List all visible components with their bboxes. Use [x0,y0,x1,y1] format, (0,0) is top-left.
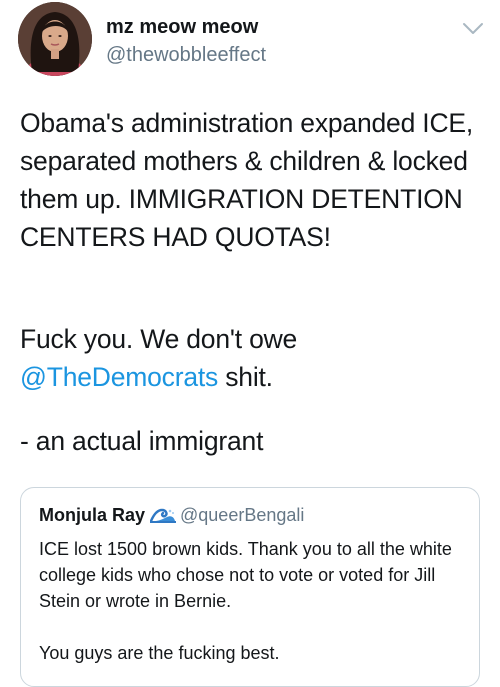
wave-icon [149,504,177,529]
quoted-tweet[interactable]: Monjula Ray @queerBengali ICE lost 1500 … [20,487,480,687]
author-display-name[interactable]: mz meow meow [106,16,258,39]
tweet: mz meow meow @thewobbleeffect Obama's ad… [0,0,500,687]
tweet-paragraph-2-suffix: shit. [218,362,273,392]
quoted-author-handle: @queerBengali [180,505,305,525]
tweet-paragraph-2: Fuck you. We don't owe @TheDemocrats shit… [20,320,480,396]
tweet-paragraph-1: Obama's administration expanded ICE, sep… [20,108,474,252]
chevron-down-icon[interactable] [462,22,484,36]
mention-link[interactable]: @TheDemocrats [20,362,218,392]
quoted-tweet-header: Monjula Ray @queerBengali [39,504,304,529]
tweet-paragraph-3: - an actual immigrant [20,426,264,456]
tweet-paragraph-2-prefix: Fuck you. We don't owe [20,324,298,354]
avatar-photo [18,2,92,76]
quoted-author-name: Monjula Ray [39,505,146,525]
quoted-paragraph-2: You guys are the fucking best. [39,643,280,663]
avatar[interactable] [18,2,92,76]
quoted-paragraph-1: ICE lost 1500 brown kids. Thank you to a… [39,539,452,611]
tweet-header: mz meow meow @thewobbleeffect [18,2,484,80]
quoted-tweet-text: ICE lost 1500 brown kids. Thank you to a… [39,536,469,666]
author-handle[interactable]: @thewobbleeffect [106,44,266,67]
